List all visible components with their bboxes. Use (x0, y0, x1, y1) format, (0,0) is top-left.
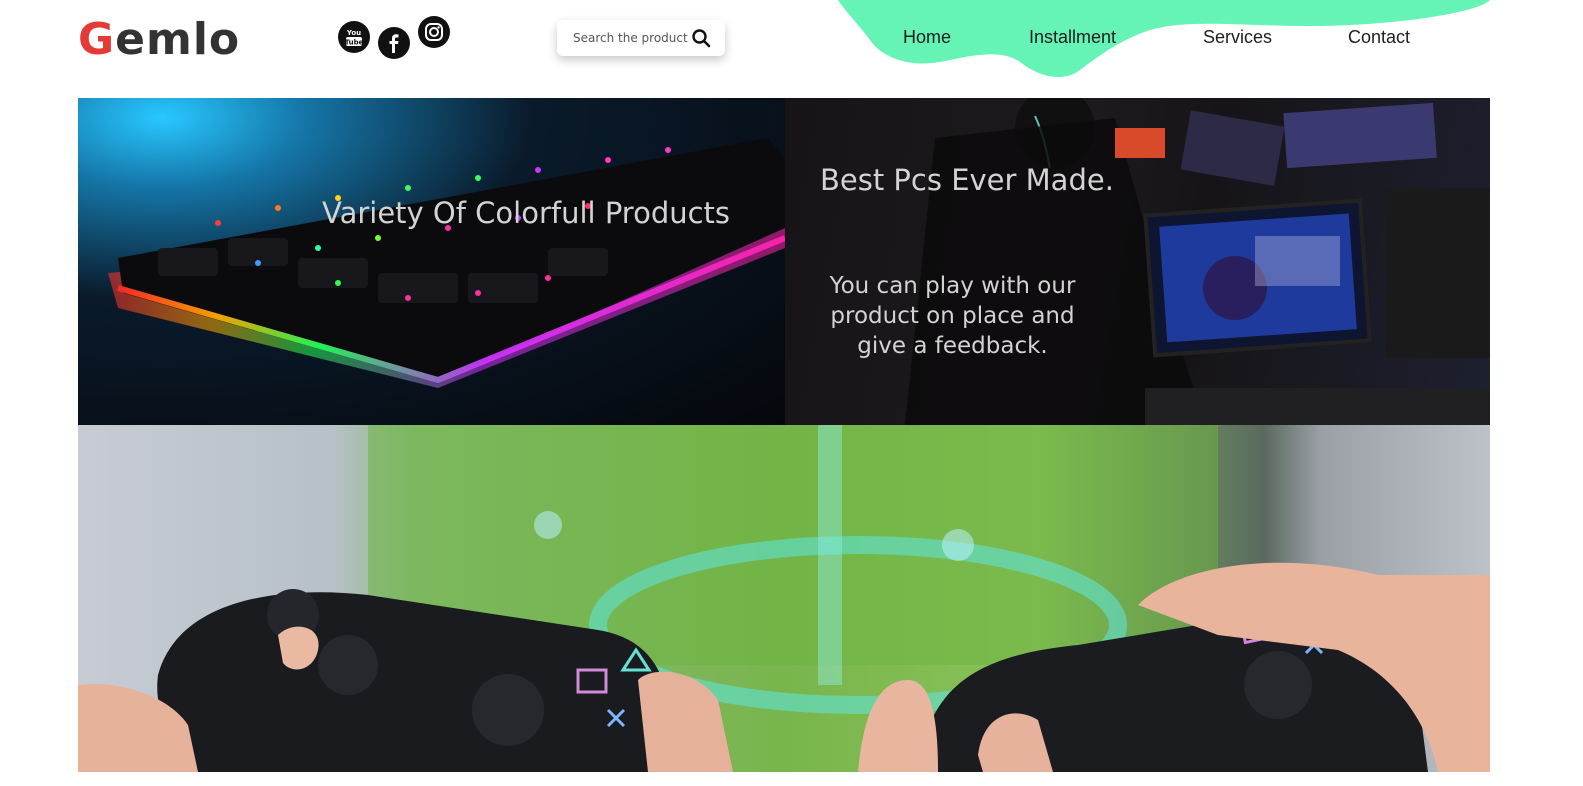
logo-initial: G (78, 14, 116, 65)
panel2-title: Best Pcs Ever Made. (820, 163, 1114, 197)
brand-logo[interactable]: Gemlo (78, 14, 240, 65)
youtube-icon[interactable]: You Tube (338, 21, 370, 53)
hero-image-keyboard (78, 98, 785, 425)
nav-home[interactable]: Home (903, 27, 951, 48)
logo-text: emlo (115, 14, 241, 65)
search-icon[interactable] (691, 28, 711, 48)
hero-image-gaming-setup (785, 98, 1490, 425)
svg-text:Tube: Tube (345, 39, 364, 47)
panel1-caption: Variety Of Colorfull Products (322, 196, 731, 230)
panel2-text: You can play with our product on place a… (829, 273, 1076, 359)
instagram-icon[interactable] (418, 16, 450, 48)
svg-text:You: You (346, 29, 361, 37)
nav-services[interactable]: Services (1203, 27, 1272, 48)
hero-image-controllers (78, 425, 1490, 772)
search-input[interactable] (571, 30, 693, 46)
nav-contact[interactable]: Contact (1348, 27, 1410, 48)
nav-installment[interactable]: Installment (1029, 27, 1116, 48)
search-box (557, 20, 725, 56)
facebook-icon[interactable] (378, 27, 410, 59)
